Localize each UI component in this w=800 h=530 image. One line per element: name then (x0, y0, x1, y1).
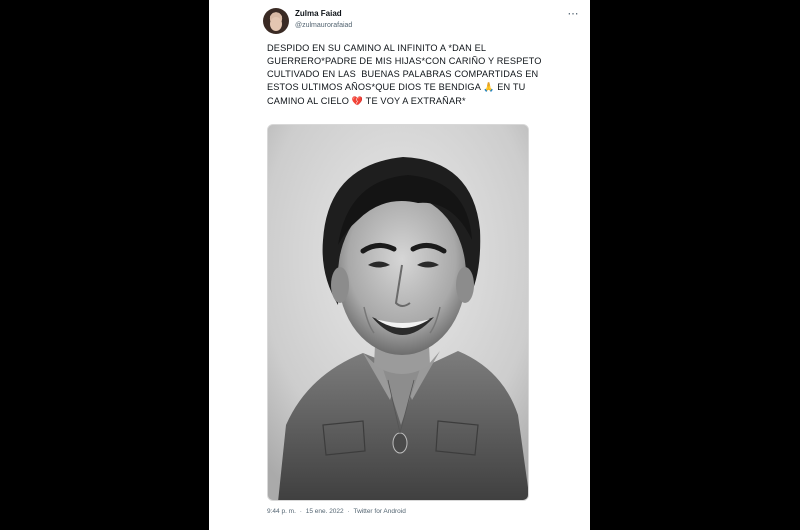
portrait-photo-icon (268, 125, 528, 500)
tweet-text: DESPIDO EN SU CAMINO AL INFINITO A *DAN … (267, 42, 542, 109)
display-name[interactable]: Zulma Faiad (295, 10, 352, 18)
tweet-text-part-3: TE VOY A EXTRAÑAR* (363, 96, 466, 106)
more-dots-icon: ⋯ (567, 8, 579, 20)
more-options-button[interactable]: ⋯ (565, 8, 581, 20)
handle[interactable]: @zulmaurorafaiad (295, 22, 352, 29)
tweet-time[interactable]: 9:44 p. m. (267, 508, 296, 515)
meta-separator: · (347, 508, 350, 515)
broken-heart-icon: 💔 (351, 97, 364, 107)
tweet-metadata: 9:44 p. m. · 15 ene. 2022 · Twitter for … (267, 508, 507, 515)
tweet-header: Zulma Faiad @zulmaurorafaiad ⋯ (263, 8, 581, 34)
praying-hands-icon: 🙏 (483, 83, 495, 93)
tweet-card[interactable]: Zulma Faiad @zulmaurorafaiad ⋯ DESPIDO E… (209, 0, 590, 530)
avatar[interactable] (263, 8, 289, 34)
author-info[interactable]: Zulma Faiad @zulmaurorafaiad (295, 10, 352, 30)
tweet-source: Twitter for Android (353, 508, 406, 515)
meta-separator: · (299, 508, 302, 515)
tweet-date[interactable]: 15 ene. 2022 (306, 508, 344, 515)
tweet-photo[interactable] (267, 124, 529, 501)
